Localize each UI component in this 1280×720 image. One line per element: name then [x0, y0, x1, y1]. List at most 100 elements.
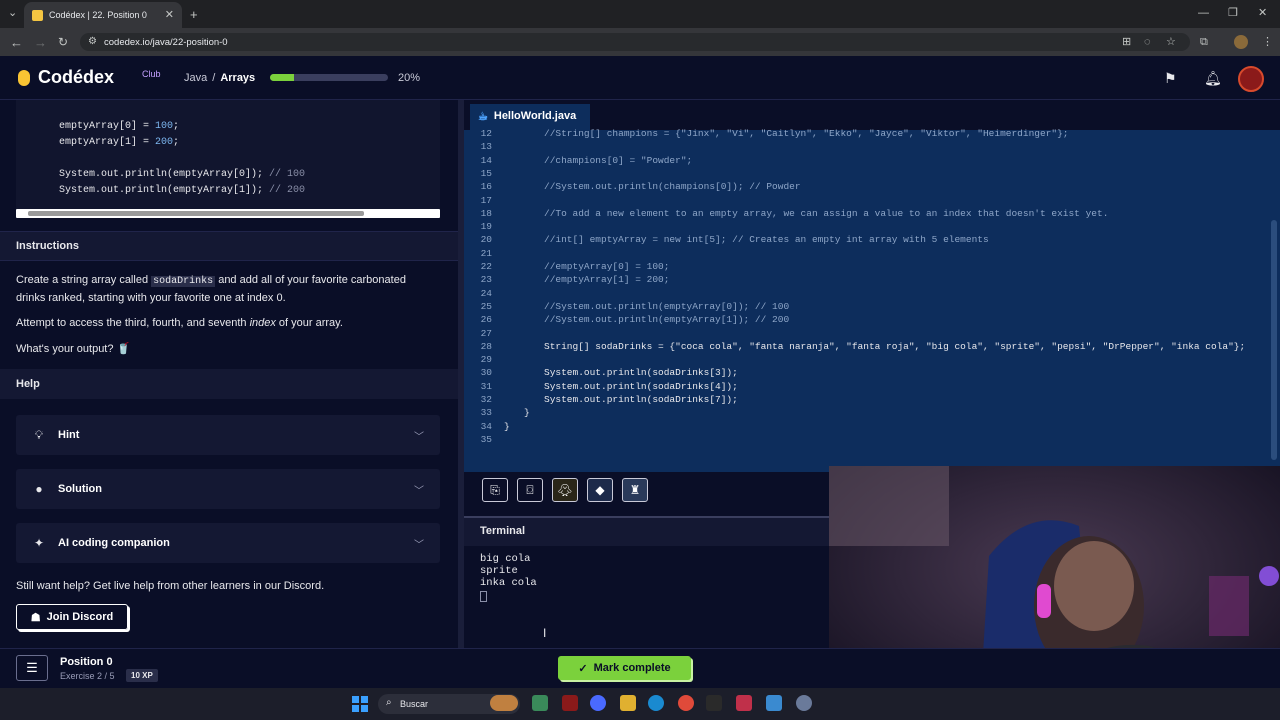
- code-line: //emptyArray[0] = 100;: [544, 261, 670, 272]
- ai-companion-label: AI coding companion: [58, 537, 170, 549]
- exercise-menu-icon[interactable]: ☰: [16, 655, 48, 681]
- windows-start-icon[interactable]: [352, 696, 368, 712]
- instruction-paragraph-1: Create a string array called sodaDrinks …: [16, 274, 406, 304]
- copy-code-icon[interactable]: ⎘: [482, 478, 508, 502]
- ghost-icon[interactable]: ♜: [622, 478, 648, 502]
- site-info-icon[interactable]: ⚙: [88, 37, 97, 47]
- reload-icon[interactable]: ↻: [58, 36, 68, 48]
- code-line: System.out.println(sodaDrinks[4]);: [544, 380, 738, 392]
- pixel-character-icon[interactable]: ◆: [587, 478, 613, 502]
- duck-icon[interactable]: 🐥︎: [552, 478, 578, 502]
- back-icon[interactable]: ←: [10, 36, 23, 49]
- app-blue-icon[interactable]: [766, 695, 782, 711]
- chevron-down-icon: ﹀: [414, 431, 424, 443]
- terminal-cursor: [480, 591, 487, 602]
- hint-label: Hint: [58, 429, 80, 441]
- terminal-line: big cola: [480, 553, 531, 565]
- terminal-title: Terminal: [480, 525, 526, 537]
- solution-accordion[interactable]: ● Solution ﹀: [16, 469, 440, 509]
- code-line: System.out.println(sodaDrinks[7]);: [544, 394, 738, 405]
- breadcrumb-chapter[interactable]: Arrays: [220, 72, 255, 84]
- notification-bell-icon[interactable]: 🔔︎: [1204, 70, 1222, 87]
- scrollbar-thumb[interactable]: [28, 211, 364, 216]
- line-number: 12: [480, 128, 492, 139]
- xp-badge: 10 XP: [126, 669, 158, 682]
- example-code-line: System.out.println(emptyArray[0]); // 10…: [59, 169, 306, 180]
- breadcrumb-course[interactable]: Java: [184, 72, 207, 84]
- code-horizontal-scrollbar[interactable]: [16, 209, 440, 218]
- minimize-icon[interactable]: —: [1198, 8, 1209, 19]
- extensions-icon[interactable]: ⧉: [1200, 37, 1208, 48]
- code-line: //String[] champions = {"Jinx", "Vi", "C…: [544, 128, 1069, 139]
- breadcrumb: Java / Arrays: [184, 72, 255, 84]
- help-title: Help: [16, 378, 40, 390]
- widget-icon[interactable]: [490, 695, 518, 711]
- line-number: 28: [480, 340, 492, 352]
- app-r-icon[interactable]: [796, 695, 812, 711]
- github-icon: ●: [35, 482, 43, 496]
- line-number: 31: [480, 380, 492, 392]
- chrome-icon[interactable]: [678, 695, 694, 711]
- join-discord-button[interactable]: ☗ Join Discord: [16, 604, 128, 630]
- code-line: //System.out.println(champions[0]); // P…: [544, 181, 801, 193]
- screenshot-icon[interactable]: ⌼: [517, 478, 543, 502]
- exercise-counter: Exercise 2 / 5: [60, 671, 115, 681]
- line-number: 13: [480, 141, 492, 153]
- progress-fill: [270, 74, 294, 81]
- logo-text: Codédex: [38, 67, 115, 87]
- exercise-title: Position 0: [60, 656, 113, 668]
- url-input[interactable]: codedex.io/java/22-position-0: [80, 33, 1190, 51]
- maximize-icon[interactable]: ❐: [1228, 8, 1238, 19]
- lightbulb-icon: 💡︎: [34, 427, 44, 442]
- tab-list-icon[interactable]: ⌄: [8, 8, 17, 19]
- epic-games-icon[interactable]: [706, 695, 722, 711]
- example-code-line: emptyArray[1] = 200;: [59, 137, 180, 148]
- line-number: 34: [480, 420, 492, 432]
- close-tab-icon[interactable]: ✕: [165, 9, 174, 21]
- check-icon: ✓: [578, 662, 588, 675]
- mark-complete-button[interactable]: ✓ Mark complete: [558, 656, 691, 680]
- breadcrumb-separator: /: [212, 72, 216, 84]
- java-file-icon: ☕︎: [478, 110, 488, 123]
- profile-icon[interactable]: [1234, 35, 1248, 49]
- new-tab-icon[interactable]: +: [190, 8, 198, 21]
- ai-companion-accordion[interactable]: ✦ AI coding companion ﹀: [16, 523, 440, 563]
- editor-scrollbar[interactable]: [1271, 220, 1277, 460]
- edge-icon[interactable]: [648, 695, 664, 711]
- user-avatar[interactable]: [1238, 66, 1264, 92]
- close-window-icon[interactable]: ✕: [1258, 8, 1267, 19]
- browser-tab[interactable]: Codédex | 22. Position 0 ✕: [24, 2, 182, 28]
- copilot-icon[interactable]: [590, 695, 606, 711]
- instructions-title: Instructions: [16, 240, 79, 252]
- code-line: //champions[0] = "Powder";: [544, 154, 693, 166]
- codedex-logo[interactable]: Codédex: [18, 67, 114, 88]
- store-icon[interactable]: [532, 695, 548, 711]
- terminal-line: sprite: [480, 565, 518, 577]
- progress-percent: 20%: [398, 72, 421, 84]
- browser-menu-icon[interactable]: ⋮: [1262, 37, 1273, 48]
- line-number: 15: [480, 167, 492, 179]
- line-number: 35: [480, 433, 492, 445]
- bookmark-star-icon[interactable]: ☆: [1166, 37, 1176, 48]
- line-number: 22: [480, 261, 492, 272]
- line-number: 18: [480, 207, 492, 219]
- code-line: //System.out.println(emptyArray[1]); // …: [544, 314, 790, 326]
- mark-complete-label: Mark complete: [593, 662, 671, 674]
- course-progress-bar: [270, 74, 388, 81]
- eye-off-icon[interactable]: ◌: [1144, 37, 1151, 48]
- example-code-line: emptyArray[0] = 100;: [59, 121, 180, 132]
- file-name: HelloWorld.java: [493, 110, 577, 122]
- app-x-icon[interactable]: [562, 695, 578, 711]
- search-icon: ⌕: [386, 697, 392, 708]
- code-line: }: [524, 407, 530, 419]
- file-explorer-icon[interactable]: [620, 695, 636, 711]
- line-number: 17: [480, 194, 492, 206]
- app-red-icon[interactable]: [736, 695, 752, 711]
- editor-file-tab[interactable]: ☕︎ HelloWorld.java: [470, 104, 590, 130]
- hint-accordion[interactable]: 💡︎ Hint ﹀: [16, 415, 440, 455]
- line-number: 25: [480, 300, 492, 312]
- forward-icon[interactable]: →: [34, 36, 47, 49]
- code-line: }: [504, 420, 510, 432]
- translate-icon[interactable]: ⊞: [1122, 37, 1131, 48]
- flag-icon[interactable]: ⚑: [1164, 70, 1177, 87]
